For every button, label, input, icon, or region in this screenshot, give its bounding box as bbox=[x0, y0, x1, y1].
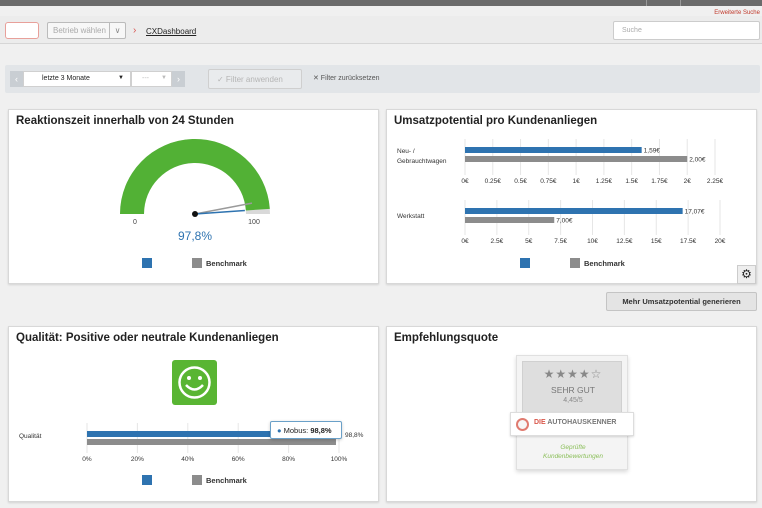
bar-primary bbox=[465, 147, 642, 153]
bar-benchmark bbox=[465, 217, 555, 223]
data-label: 1,59€ bbox=[644, 148, 661, 155]
category-label: Gebrauchtwagen bbox=[397, 158, 447, 165]
reaction-time-card: Reaktionszeit innerhalb von 24 Stunden 0… bbox=[8, 109, 379, 284]
recommendation-card: Empfehlungsquote ★★★★☆ SEHR GUT 4,45/5 D… bbox=[386, 326, 757, 502]
gear-icon[interactable]: ⚙ bbox=[737, 265, 756, 284]
tick-label: 2.5€ bbox=[491, 238, 504, 245]
brand-banner: DIE AUTOHAUSKENNER bbox=[510, 412, 634, 436]
period-select-value: letzte 3 Monate bbox=[42, 75, 90, 82]
data-label: 2,00€ bbox=[689, 157, 706, 164]
tick-label: 5€ bbox=[525, 238, 533, 245]
tick-label: 40% bbox=[181, 456, 194, 463]
legend-primary-swatch bbox=[520, 258, 530, 268]
tick-label: 0€ bbox=[461, 238, 469, 245]
gauge-fill bbox=[120, 139, 270, 214]
secondary-select-value: --- bbox=[142, 75, 149, 82]
gauge-min-label: 0 bbox=[133, 219, 137, 226]
bar-benchmark bbox=[87, 439, 336, 445]
business-select-placeholder: Betrieb wählen bbox=[53, 26, 106, 35]
bar-primary bbox=[465, 208, 683, 214]
menu-button[interactable] bbox=[5, 22, 39, 39]
top-strip bbox=[0, 0, 762, 6]
legend-primary-swatch bbox=[142, 258, 152, 268]
tick-label: 60% bbox=[232, 456, 245, 463]
period-select[interactable]: letzte 3 Monate ▼ bbox=[23, 71, 131, 87]
card-title: Empfehlungsquote bbox=[394, 332, 499, 344]
category-label: Neu- / bbox=[397, 148, 415, 155]
tick-label: 12.5€ bbox=[616, 238, 633, 245]
chart-tooltip: ● Mobus: 98,8% bbox=[270, 421, 342, 439]
top-strip-divider bbox=[646, 0, 647, 6]
tick-label: 0% bbox=[82, 456, 92, 463]
header-bar: Betrieb wählen ∨ › CXDashboard Suche bbox=[0, 16, 762, 44]
business-select[interactable]: Betrieb wählen ∨ bbox=[47, 22, 126, 39]
data-label: 7,00€ bbox=[556, 218, 573, 225]
search-input[interactable]: Suche bbox=[613, 21, 760, 40]
tick-label: 2€ bbox=[684, 178, 692, 185]
next-period-button[interactable]: › bbox=[172, 71, 185, 87]
tick-label: 1.25€ bbox=[596, 178, 613, 185]
tick-label: 0.5€ bbox=[514, 178, 527, 185]
tick-label: 1.5€ bbox=[625, 178, 638, 185]
tick-label: 0.25€ bbox=[485, 178, 502, 185]
tick-label: 20% bbox=[131, 456, 144, 463]
tick-label: 1€ bbox=[572, 178, 580, 185]
tooltip-value: 98,8% bbox=[310, 426, 332, 435]
legend-primary-swatch bbox=[142, 475, 152, 485]
tick-label: 1.75€ bbox=[651, 178, 668, 185]
tick-label: 80% bbox=[282, 456, 295, 463]
caret-down-icon: ▼ bbox=[118, 75, 124, 81]
quality-card: Qualität: Positive oder neutrale Kundena… bbox=[8, 326, 379, 502]
prev-period-button[interactable]: ‹ bbox=[10, 71, 23, 87]
tooltip-marker: ● bbox=[277, 426, 282, 435]
verified-line-1: Geprüfte bbox=[560, 444, 586, 451]
rating-stars-icon: ★★★★☆ bbox=[543, 367, 603, 381]
breadcrumb-arrow-icon: › bbox=[133, 25, 137, 36]
breadcrumb[interactable]: CXDashboard bbox=[146, 27, 196, 36]
category-label: Qualität bbox=[19, 433, 42, 440]
legend-benchmark-swatch bbox=[192, 475, 202, 485]
legend-benchmark-swatch bbox=[570, 258, 580, 268]
tick-label: 2.25€ bbox=[707, 178, 724, 185]
data-label: 98,8% bbox=[345, 432, 364, 439]
filter-bar: ‹ letzte 3 Monate ▼ --- ▼ › ✓ Filter anw… bbox=[5, 65, 760, 93]
tick-label: 20€ bbox=[715, 238, 726, 245]
rating-value: 4,45/5 bbox=[563, 397, 583, 404]
generate-revenue-button[interactable]: Mehr Umsatzpotential generieren bbox=[606, 292, 757, 311]
verified-line-2: Kundenbewertungen bbox=[543, 453, 603, 460]
gauge-value: 97,8% bbox=[178, 229, 212, 243]
tick-label: 15€ bbox=[651, 238, 662, 245]
brand-logo-icon bbox=[516, 418, 529, 431]
tick-label: 17.5€ bbox=[680, 238, 697, 245]
caret-down-icon: ▼ bbox=[161, 75, 167, 81]
rating-seal: ★★★★☆ SEHR GUT 4,45/5 DIE AUTOHAUSKENNER… bbox=[510, 355, 634, 470]
category-label: Werkstatt bbox=[397, 213, 425, 220]
rating-label: SEHR GUT bbox=[551, 385, 595, 395]
legend-benchmark-swatch bbox=[192, 258, 202, 268]
legend-benchmark-label: Benchmark bbox=[584, 259, 625, 268]
gauge-max-label: 100 bbox=[248, 219, 260, 226]
legend-benchmark-label: Benchmark bbox=[206, 259, 247, 268]
tick-label: 7.5€ bbox=[554, 238, 567, 245]
tick-label: 0.75€ bbox=[540, 178, 557, 185]
gauge-pivot bbox=[192, 211, 198, 217]
chevron-down-icon[interactable]: ∨ bbox=[109, 23, 125, 38]
secondary-select[interactable]: --- ▼ bbox=[131, 71, 172, 87]
revenue-potential-card: Umsatzpotential pro Kundenanliegen Neu- … bbox=[386, 109, 757, 284]
tick-label: 100% bbox=[331, 456, 348, 463]
apply-filter-button[interactable]: ✓ Filter anwenden bbox=[208, 69, 302, 89]
top-strip-divider bbox=[680, 0, 681, 6]
reset-filter-link[interactable]: ✕ Filter zurücksetzen bbox=[313, 74, 380, 82]
legend-benchmark-label: Benchmark bbox=[206, 476, 247, 485]
tick-label: 10€ bbox=[587, 238, 598, 245]
bar-benchmark bbox=[465, 156, 688, 162]
tooltip-label: Mobus: bbox=[283, 426, 311, 435]
data-label: 17,07€ bbox=[685, 209, 705, 216]
tick-label: 0€ bbox=[461, 178, 469, 185]
brand-name: DIE AUTOHAUSKENNER bbox=[534, 419, 617, 426]
